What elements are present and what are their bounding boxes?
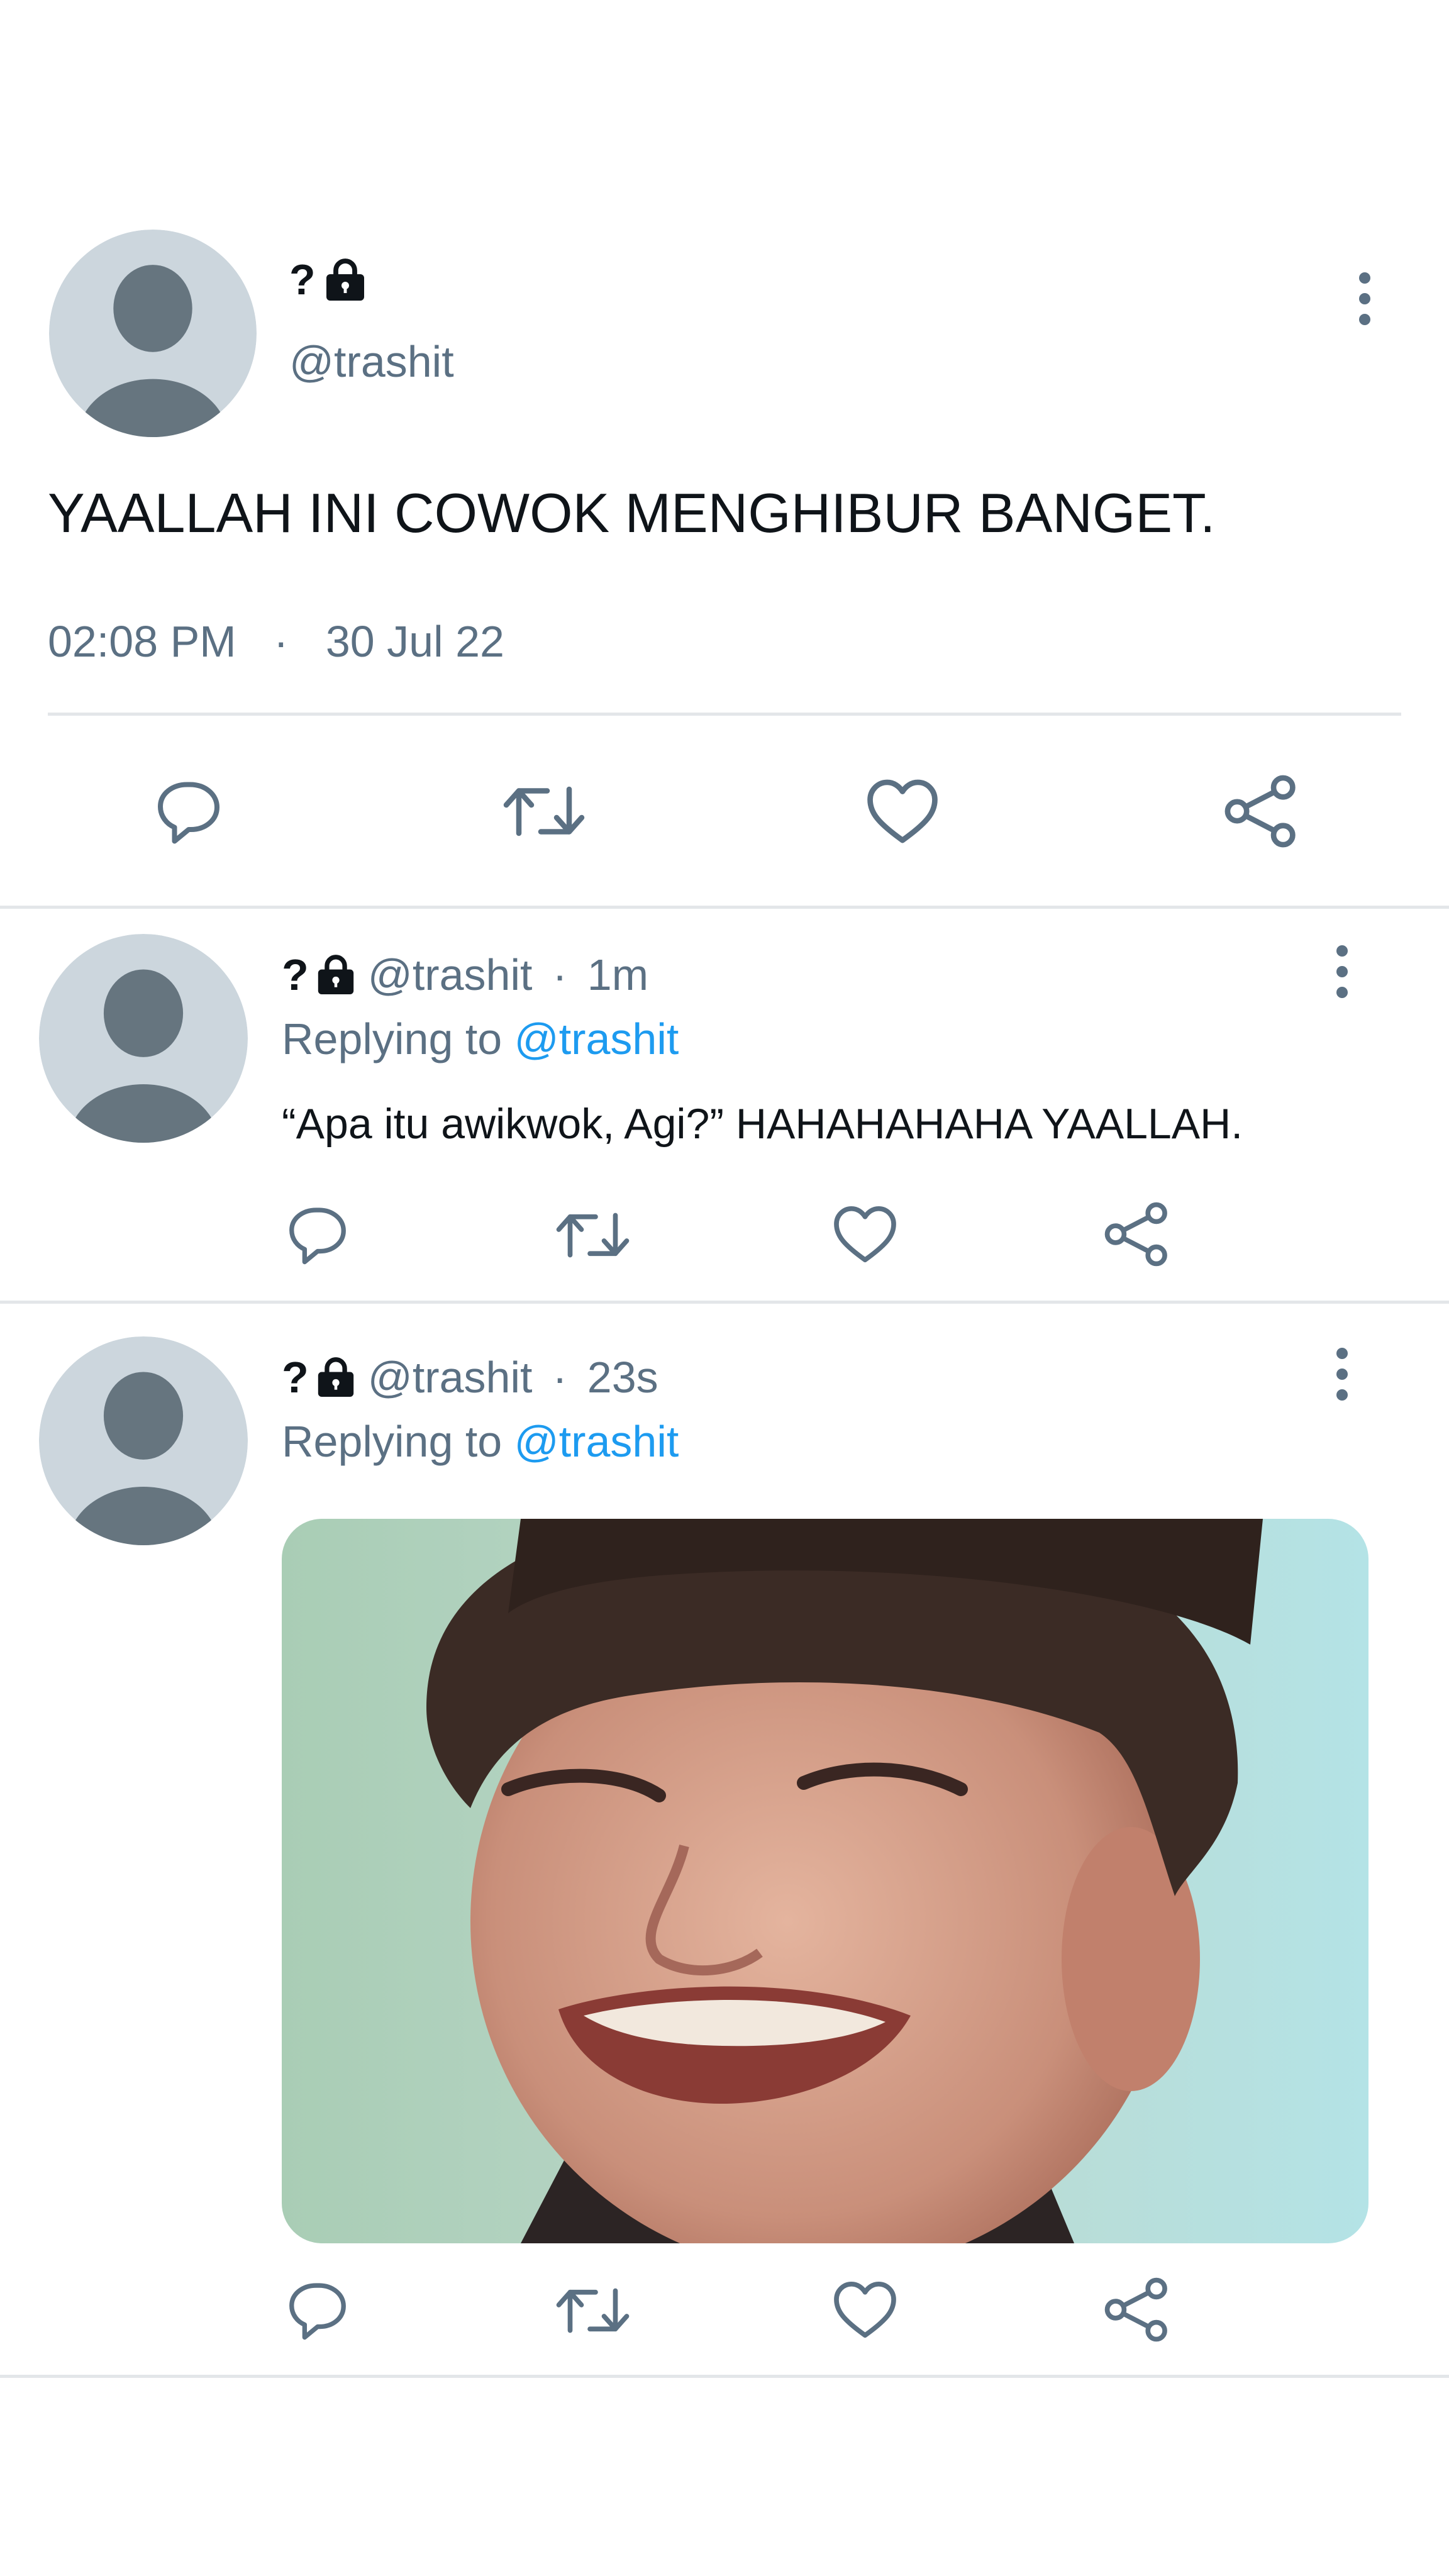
more-options-button[interactable] xyxy=(1346,270,1384,327)
replying-to-link[interactable]: @trashit xyxy=(514,1417,679,1466)
more-vertical-icon xyxy=(1359,272,1370,325)
retweet-button[interactable] xyxy=(550,2277,635,2345)
more-options-button[interactable] xyxy=(1323,943,1361,1000)
replying-to-label: Replying to xyxy=(282,1417,502,1466)
reply-icon xyxy=(289,2283,346,2340)
separator-dot: · xyxy=(274,617,289,666)
tweet-date: 30 Jul 22 xyxy=(325,617,504,666)
retweet-icon xyxy=(503,786,585,836)
heart-icon xyxy=(834,2281,896,2338)
replying-to-label: Replying to xyxy=(282,1014,502,1063)
display-name[interactable]: ? xyxy=(289,252,366,308)
replying-to-link[interactable]: @trashit xyxy=(514,1014,679,1063)
display-name[interactable]: ? xyxy=(282,950,309,1000)
replying-to: Replying to @trashit xyxy=(282,1416,679,1467)
handle[interactable]: @trashit xyxy=(368,950,533,1000)
more-vertical-icon xyxy=(1336,1348,1348,1401)
replying-to: Replying to @trashit xyxy=(282,1014,679,1064)
tweet-time: 02:08 PM xyxy=(48,617,236,666)
more-vertical-icon xyxy=(1336,945,1348,998)
lock-icon xyxy=(316,953,355,996)
divider xyxy=(0,906,1449,909)
reply-header: ? @trashit · 23s xyxy=(282,1349,658,1406)
retweet-button[interactable] xyxy=(550,1201,635,1269)
like-button[interactable] xyxy=(829,2273,901,2346)
divider xyxy=(0,2375,1449,2378)
share-icon xyxy=(1104,2277,1167,2342)
reply-header: ? @trashit · 1m xyxy=(282,947,648,1003)
handle[interactable]: @trashit xyxy=(289,336,454,387)
reply-text: “Apa itu awikwok, Agi?” HAHAHAHAHA YAALL… xyxy=(282,1100,1243,1148)
tweet-text: YAALLAH INI COWOK MENGHIBUR BANGET. xyxy=(48,482,1216,544)
reply-age: 23s xyxy=(587,1353,658,1402)
like-button[interactable] xyxy=(829,1198,901,1270)
divider xyxy=(48,713,1401,716)
reply-age: 1m xyxy=(587,950,649,999)
reply-icon xyxy=(158,782,219,844)
divider xyxy=(0,1301,1449,1304)
share-button[interactable] xyxy=(1220,770,1302,852)
lock-icon xyxy=(316,1356,355,1399)
share-button[interactable] xyxy=(1101,1198,1173,1270)
tweet-timestamp: 02:08 PM · 30 Jul 22 xyxy=(48,616,504,667)
retweet-icon xyxy=(556,2288,630,2333)
share-icon xyxy=(1224,775,1296,848)
retweet-button[interactable] xyxy=(497,774,591,849)
avatar[interactable] xyxy=(39,934,248,1143)
more-options-button[interactable] xyxy=(1323,1346,1361,1402)
display-name[interactable]: ? xyxy=(282,1352,309,1402)
share-icon xyxy=(1104,1202,1167,1267)
display-name-text: ? xyxy=(289,256,316,304)
like-button[interactable] xyxy=(862,770,943,852)
reply-button[interactable] xyxy=(283,1200,352,1269)
lock-icon xyxy=(325,257,366,303)
heart-icon xyxy=(834,1206,896,1263)
handle[interactable]: @trashit xyxy=(368,1352,533,1402)
attached-photo[interactable] xyxy=(282,1519,1368,2243)
avatar[interactable] xyxy=(49,230,257,437)
separator-dot: · xyxy=(552,950,567,999)
reply-button[interactable] xyxy=(283,2275,352,2345)
separator-dot: · xyxy=(552,1353,567,1402)
heart-icon xyxy=(867,779,938,843)
avatar[interactable] xyxy=(39,1336,248,1545)
reply-icon xyxy=(289,1208,346,1265)
reply-button[interactable] xyxy=(151,774,226,849)
photo-image xyxy=(282,1519,1368,2243)
retweet-icon xyxy=(556,1213,630,1258)
share-button[interactable] xyxy=(1101,2273,1173,2346)
